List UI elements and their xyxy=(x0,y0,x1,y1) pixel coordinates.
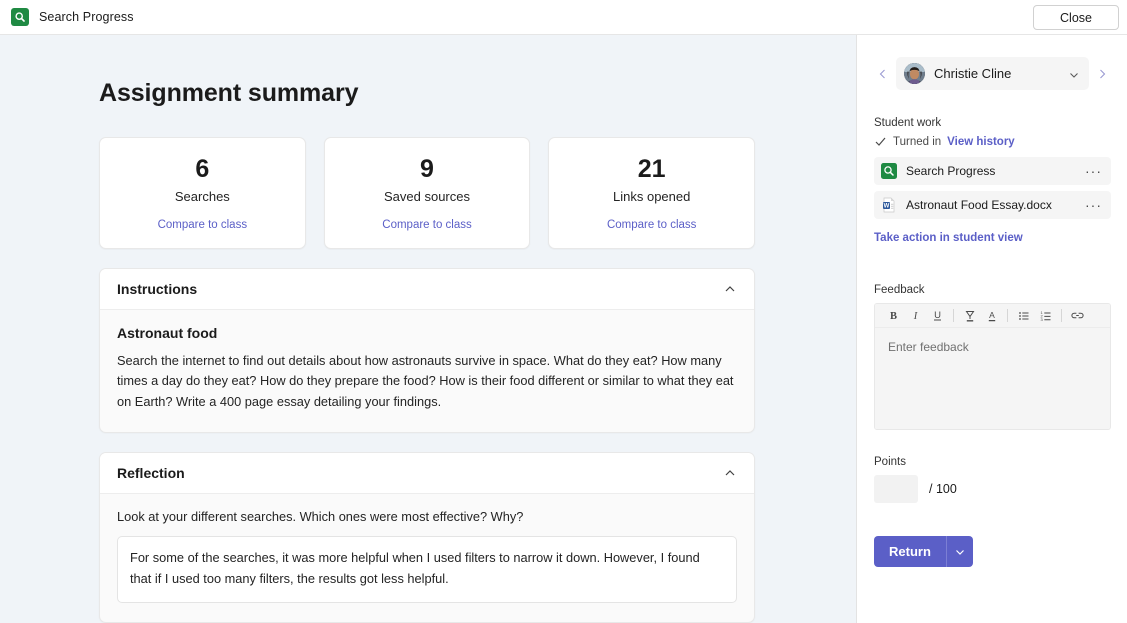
return-button[interactable]: Return xyxy=(874,536,946,567)
compare-to-class-link[interactable]: Compare to class xyxy=(607,219,696,231)
reflection-answer: For some of the searches, it was more he… xyxy=(117,536,737,602)
numbered-list-icon[interactable]: 1 2 3 xyxy=(1035,306,1056,326)
compare-to-class-link[interactable]: Compare to class xyxy=(158,219,247,231)
points-label: Points xyxy=(874,456,1111,468)
compare-to-class-link[interactable]: Compare to class xyxy=(382,219,471,231)
attachment-search-progress[interactable]: Search Progress ··· xyxy=(874,157,1111,185)
student-navigator: Christie Cline xyxy=(874,57,1111,90)
italic-icon[interactable]: I xyxy=(905,306,926,326)
chevron-down-icon[interactable] xyxy=(1068,68,1080,80)
student-work-label: Student work xyxy=(874,117,1111,129)
title-bar: Search Progress Close xyxy=(0,0,1127,35)
toolbar-divider xyxy=(953,309,954,322)
attachment-name: Search Progress xyxy=(906,164,1082,178)
toolbar-divider xyxy=(1061,309,1062,322)
stat-label: Searches xyxy=(110,189,295,204)
check-icon xyxy=(874,135,887,148)
attachment-more-options[interactable]: ··· xyxy=(1082,164,1105,178)
svg-text:U: U xyxy=(934,310,941,321)
instructions-panel-header[interactable]: Instructions xyxy=(100,269,754,310)
points-input[interactable] xyxy=(874,475,918,503)
svg-text:W: W xyxy=(884,204,890,210)
instructions-body: Astronaut food Search the internet to fi… xyxy=(100,310,754,433)
stat-card-saved-sources: 9 Saved sources Compare to class xyxy=(324,137,531,249)
feedback-input[interactable]: Enter feedback xyxy=(875,328,1110,429)
svg-text:A: A xyxy=(989,309,995,319)
stat-card-links-opened: 21 Links opened Compare to class xyxy=(548,137,755,249)
chevron-up-icon[interactable] xyxy=(723,466,737,480)
toolbar-divider xyxy=(1007,309,1008,322)
reflection-panel-header[interactable]: Reflection xyxy=(100,453,754,494)
return-button-group: Return xyxy=(874,536,973,567)
avatar xyxy=(904,63,925,84)
app-title: Search Progress xyxy=(39,10,134,24)
view-history-link[interactable]: View history xyxy=(947,136,1015,148)
points-total: / 100 xyxy=(929,482,957,496)
feedback-editor: B I U xyxy=(874,303,1111,430)
points-row: / 100 xyxy=(874,475,1111,503)
app-shell: Assignment summary 6 Searches Compare to… xyxy=(0,35,1127,623)
attachment-essay-docx[interactable]: W Astronaut Food Essay.docx ··· xyxy=(874,191,1111,219)
turned-in-text: Turned in xyxy=(893,136,941,148)
student-selector[interactable]: Christie Cline xyxy=(896,57,1089,90)
stat-cards: 6 Searches Compare to class 9 Saved sour… xyxy=(99,137,755,249)
attachment-name: Astronaut Food Essay.docx xyxy=(906,198,1082,212)
instructions-panel: Instructions Astronaut food Search the i… xyxy=(99,268,755,434)
search-progress-icon xyxy=(881,163,897,179)
chevron-up-icon[interactable] xyxy=(723,282,737,296)
reflection-question: Look at your different searches. Which o… xyxy=(117,509,737,524)
chevron-left-icon[interactable] xyxy=(874,62,892,86)
chevron-down-icon[interactable] xyxy=(946,536,973,567)
font-color-icon[interactable]: A xyxy=(981,306,1002,326)
stat-label: Saved sources xyxy=(335,189,520,204)
stat-value: 9 xyxy=(335,155,520,185)
turned-in-status: Turned in View history xyxy=(874,135,1111,148)
stat-card-searches: 6 Searches Compare to class xyxy=(99,137,306,249)
main-content: Assignment summary 6 Searches Compare to… xyxy=(0,35,857,623)
grading-sidebar: Christie Cline Student work Turn xyxy=(857,35,1127,623)
word-document-icon: W xyxy=(881,197,897,213)
feedback-toolbar: B I U xyxy=(875,304,1110,328)
stat-value: 21 xyxy=(559,155,744,185)
attachment-more-options[interactable]: ··· xyxy=(1082,198,1105,212)
stat-value: 6 xyxy=(110,155,295,185)
take-action-student-view-link[interactable]: Take action in student view xyxy=(874,232,1023,244)
instructions-subtitle: Astronaut food xyxy=(117,325,737,341)
bold-icon[interactable]: B xyxy=(883,306,904,326)
highlight-icon[interactable] xyxy=(959,306,980,326)
reflection-body: Look at your different searches. Which o… xyxy=(100,494,754,621)
instructions-title: Instructions xyxy=(117,281,723,297)
svg-text:B: B xyxy=(890,311,897,322)
svg-text:I: I xyxy=(913,311,918,322)
underline-icon[interactable]: U xyxy=(927,306,948,326)
reflection-title: Reflection xyxy=(117,465,723,481)
stat-label: Links opened xyxy=(559,189,744,204)
reflection-panel: Reflection Look at your different search… xyxy=(99,452,755,622)
chevron-right-icon[interactable] xyxy=(1093,62,1111,86)
instructions-text: Search the internet to find out details … xyxy=(117,351,737,414)
student-name: Christie Cline xyxy=(934,66,1068,81)
bulleted-list-icon[interactable] xyxy=(1013,306,1034,326)
link-icon[interactable] xyxy=(1067,306,1088,326)
search-progress-icon xyxy=(11,8,29,26)
close-button[interactable]: Close xyxy=(1033,5,1119,30)
svg-text:3: 3 xyxy=(1040,317,1043,322)
page-title: Assignment summary xyxy=(99,79,856,108)
feedback-label: Feedback xyxy=(874,284,1111,296)
